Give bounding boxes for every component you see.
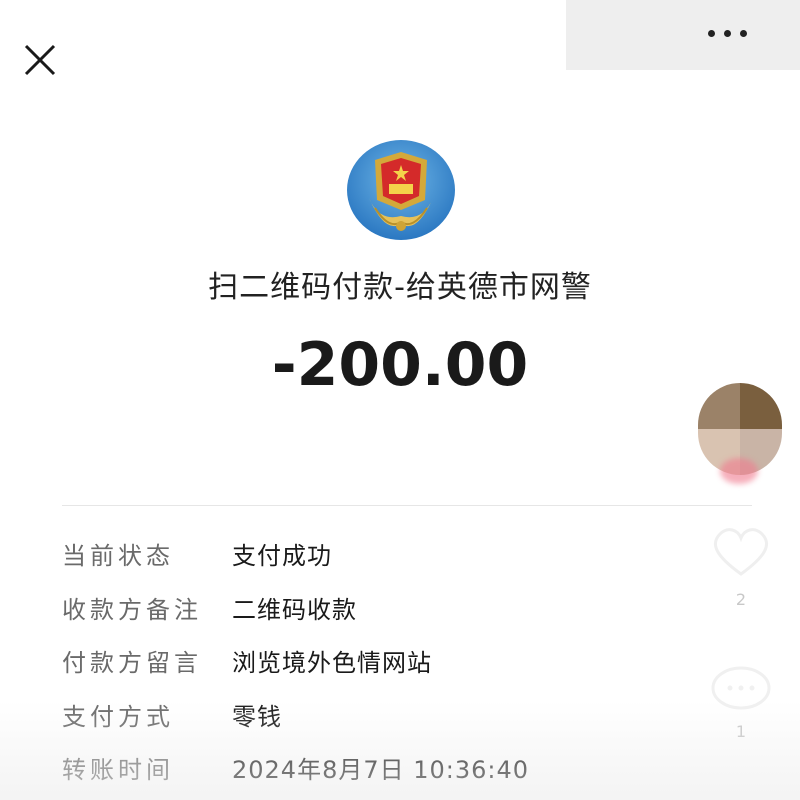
heart-icon <box>714 528 768 576</box>
more-horizontal-icon <box>708 30 715 37</box>
close-icon <box>24 44 56 76</box>
detail-value: 支付成功 <box>232 542 332 570</box>
police-emblem-icon <box>345 138 457 242</box>
detail-value: 二维码收款 <box>232 595 357 624</box>
like-button[interactable] <box>706 520 776 580</box>
detail-row-payment-method: 支付方式 零钱 <box>62 691 712 745</box>
top-bar <box>0 0 800 100</box>
payment-details: 当前状态 支付成功 收款方备注 二维码收款 付款方留言 浏览境外色情网站 支付方… <box>62 530 712 798</box>
detail-row-status: 当前状态 支付成功 <box>62 530 712 584</box>
detail-value: 2024年8月7日 10:36:40 <box>232 756 530 784</box>
payment-amount: -200.00 <box>271 330 529 400</box>
follow-badge <box>720 458 758 484</box>
payment-title: 扫二维码付款-给英德市网警 <box>208 270 592 305</box>
detail-label: 收款方备注 <box>62 595 202 624</box>
detail-label: 付款方留言 <box>62 649 202 677</box>
more-menu-area <box>566 0 800 70</box>
detail-value: 浏览境外色情网站 <box>232 649 432 677</box>
comment-count: 1 <box>735 722 747 741</box>
divider <box>62 505 752 506</box>
detail-label: 支付方式 <box>62 702 174 731</box>
detail-label: 当前状态 <box>62 542 174 570</box>
close-button[interactable] <box>22 42 58 78</box>
like-count: 2 <box>735 590 747 609</box>
detail-row-payer-message: 付款方留言 浏览境外色情网站 <box>62 637 712 691</box>
comment-icon <box>711 666 771 710</box>
detail-row-payee-note: 收款方备注 二维码收款 <box>62 584 712 638</box>
more-button[interactable] <box>700 20 760 46</box>
comment-button[interactable] <box>706 664 776 714</box>
detail-value: 零钱 <box>232 702 282 731</box>
detail-row-transfer-time: 转账时间 2024年8月7日 10:36:40 <box>62 744 712 798</box>
detail-label: 转账时间 <box>62 756 174 784</box>
